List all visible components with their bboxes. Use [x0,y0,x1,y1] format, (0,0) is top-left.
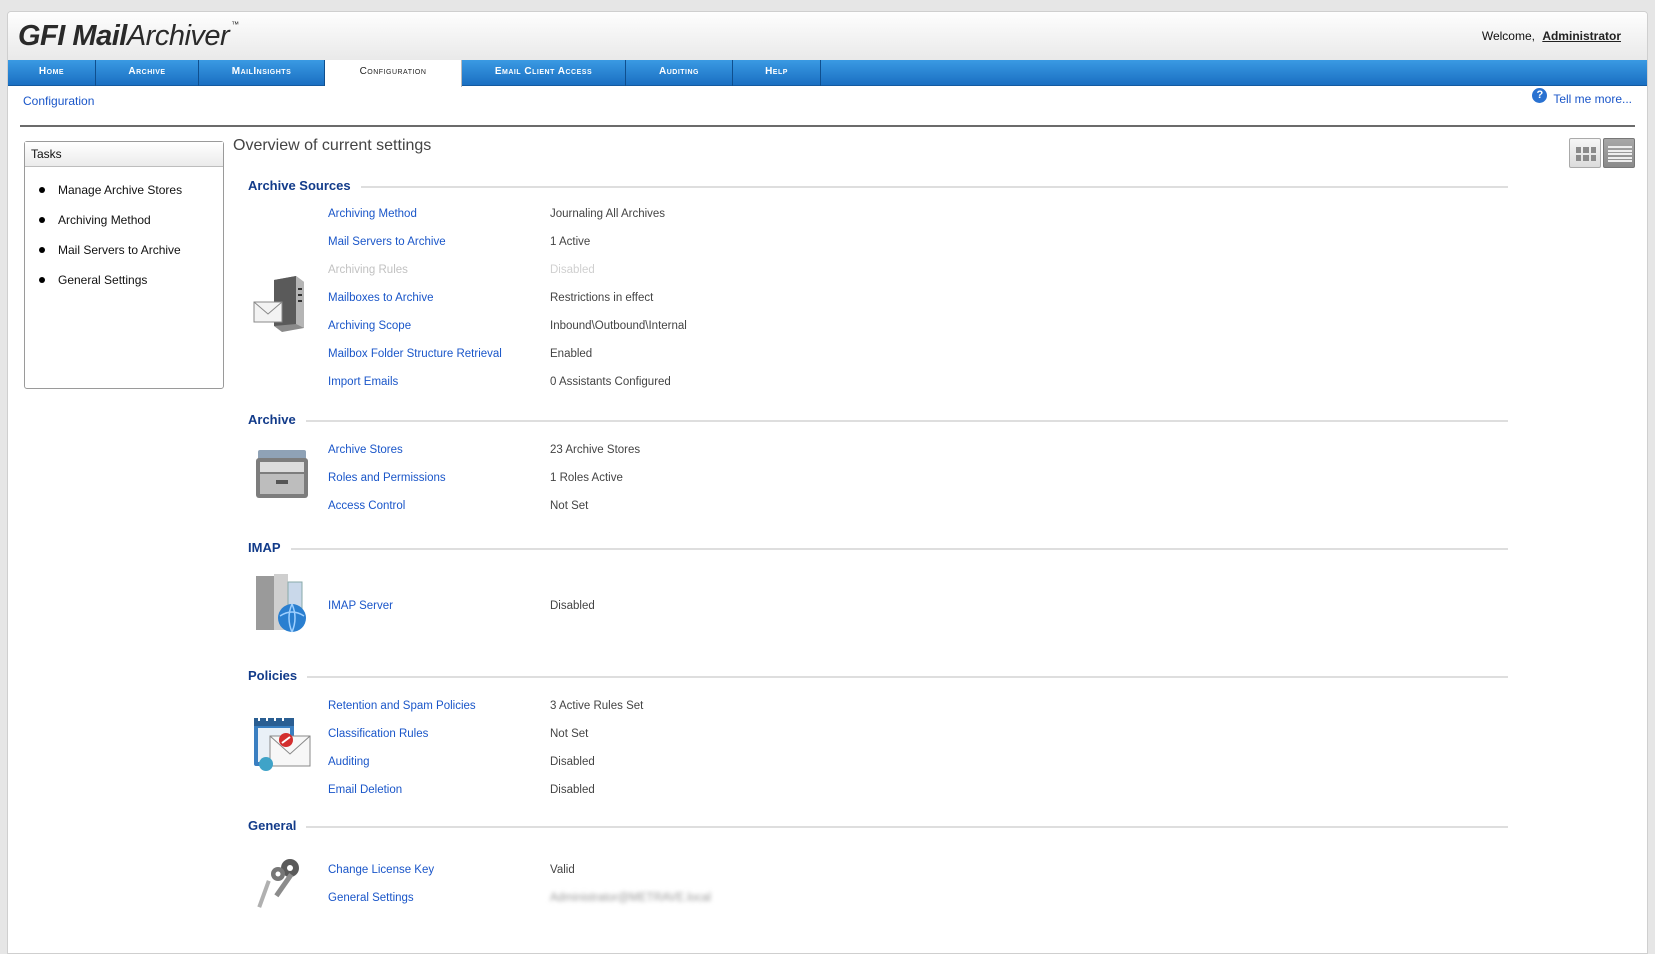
license-keys-icon [257,859,299,908]
tab-mailinsights[interactable]: MailInsights [199,60,325,86]
logo-trademark: ™ [231,20,239,29]
section-divider [248,420,1508,422]
bullet-icon [39,277,45,283]
tasks-panel: Tasks Manage Archive Stores Archiving Me… [24,141,224,389]
list-view-icon [1608,146,1632,162]
roles-permissions-link[interactable]: Roles and Permissions [328,472,446,484]
main-nav: Home Archive MailInsights Configuration … [8,60,1647,87]
policies-calendar-mail-icon [254,715,311,771]
section-divider [248,186,1508,188]
mail-server-icon [253,276,304,332]
access-control-link[interactable]: Access Control [328,500,405,512]
tab-help[interactable]: Help [733,60,821,86]
list-view-button[interactable] [1603,138,1635,168]
section-title: General [248,818,307,833]
setting-value: 1 Roles Active [550,472,623,484]
section-divider [248,676,1508,678]
setting-value: Not Set [550,500,589,512]
tab-configuration[interactable]: Configuration [325,60,462,87]
setting-value: Valid [550,864,575,876]
retention-spam-policies-link[interactable]: Retention and Spam Policies [328,700,476,712]
logo-gfi: GFI [18,20,65,52]
app-header: GFI MailArchiver ™ Welcome, Administrator [8,12,1647,60]
tab-archive[interactable]: Archive [96,60,199,86]
task-manage-archive-stores[interactable]: Manage Archive Stores [39,175,223,205]
tasks-title: Tasks [25,142,223,167]
section-divider [248,548,1508,550]
grid-view-button[interactable] [1569,138,1601,168]
section-archive: Archive Archive Stores 23 Archive Stores… [248,412,1508,512]
setting-value: Inbound\Outbound\Internal [550,320,687,332]
imap-server-globe-icon [256,574,306,633]
logo-mail: Mail [72,20,127,52]
archive-stores-link[interactable]: Archive Stores [328,444,403,456]
bullet-icon [39,247,45,253]
tab-home[interactable]: Home [8,60,96,86]
tab-auditing[interactable]: Auditing [626,60,733,86]
setting-value: Disabled [550,264,595,276]
logo-archiver: Archiver [126,20,230,52]
breadcrumb[interactable]: Configuration [23,94,94,108]
section-archive-sources: Archive Sources Archiving Method Journal… [248,178,1508,398]
auditing-link[interactable]: Auditing [328,756,370,768]
header-divider [20,125,1635,127]
setting-value: Disabled [550,600,595,612]
app-window: GFI MailArchiver ™ Welcome, Administrator… [7,11,1648,954]
task-label: Manage Archive Stores [58,183,183,197]
mailbox-folder-structure-link[interactable]: Mailbox Folder Structure Retrieval [328,348,502,360]
user-link[interactable]: Administrator [1542,29,1621,43]
task-archiving-method[interactable]: Archiving Method [39,205,223,235]
bullet-icon [39,217,45,223]
page-title: Overview of current settings [233,137,432,154]
section-title: Archive [248,412,306,427]
help-link[interactable]: ? Tell me more... [1532,88,1632,106]
welcome-text: Welcome, [1481,29,1535,43]
setting-value: Journaling All Archives [550,208,666,220]
change-license-key-link[interactable]: Change License Key [328,864,434,876]
section-title: IMAP [248,540,291,555]
section-imap: IMAP IMAP Server Disabled [248,540,1508,640]
task-mail-servers-to-archive[interactable]: Mail Servers to Archive [39,235,223,265]
archiving-scope-link[interactable]: Archiving Scope [328,320,411,332]
archiving-rules-link: Archiving Rules [328,264,408,276]
file-cabinet-icon [256,450,308,498]
setting-value: 23 Archive Stores [550,444,641,456]
general-settings-link[interactable]: General Settings [328,892,414,904]
setting-value: 1 Active [550,236,591,248]
section-policies: Policies Retention and Spam Policies 3 A… [248,668,1508,798]
archiving-method-link[interactable]: Archiving Method [328,208,417,220]
help-question-icon: ? [1532,88,1548,103]
section-general: General Change License Key Valid General… [248,818,1508,918]
welcome-area: Welcome, Administrator [1482,29,1621,43]
section-title: Policies [248,668,308,683]
bullet-icon [39,187,45,193]
mail-servers-link[interactable]: Mail Servers to Archive [328,236,446,248]
help-link-label: Tell me more... [1553,91,1632,106]
task-label: Mail Servers to Archive [58,243,181,257]
setting-value: Disabled [550,756,595,768]
setting-value: 0 Assistants Configured [550,376,671,388]
imap-server-link[interactable]: IMAP Server [328,600,393,612]
email-deletion-link[interactable]: Email Deletion [328,784,402,796]
setting-value: Not Set [550,728,589,740]
import-emails-link[interactable]: Import Emails [328,376,398,388]
gfi-mailarchiver-logo: GFI MailArchiver ™ [18,20,239,53]
tab-email-client-access[interactable]: Email Client Access [462,60,626,86]
grid-view-icon [1576,147,1596,161]
mailboxes-to-archive-link[interactable]: Mailboxes to Archive [328,292,433,304]
setting-value: 3 Active Rules Set [550,700,644,712]
task-general-settings[interactable]: General Settings [39,265,223,295]
setting-value: Enabled [550,348,593,360]
setting-value: Administrator@METRAVE.local [550,892,711,904]
task-label: General Settings [58,273,148,287]
section-divider [248,826,1508,828]
setting-value: Disabled [550,784,595,796]
view-toggle [1567,138,1635,168]
classification-rules-link[interactable]: Classification Rules [328,728,428,740]
task-label: Archiving Method [58,213,151,227]
section-title: Archive Sources [248,178,361,193]
setting-value: Restrictions in effect [550,292,654,304]
